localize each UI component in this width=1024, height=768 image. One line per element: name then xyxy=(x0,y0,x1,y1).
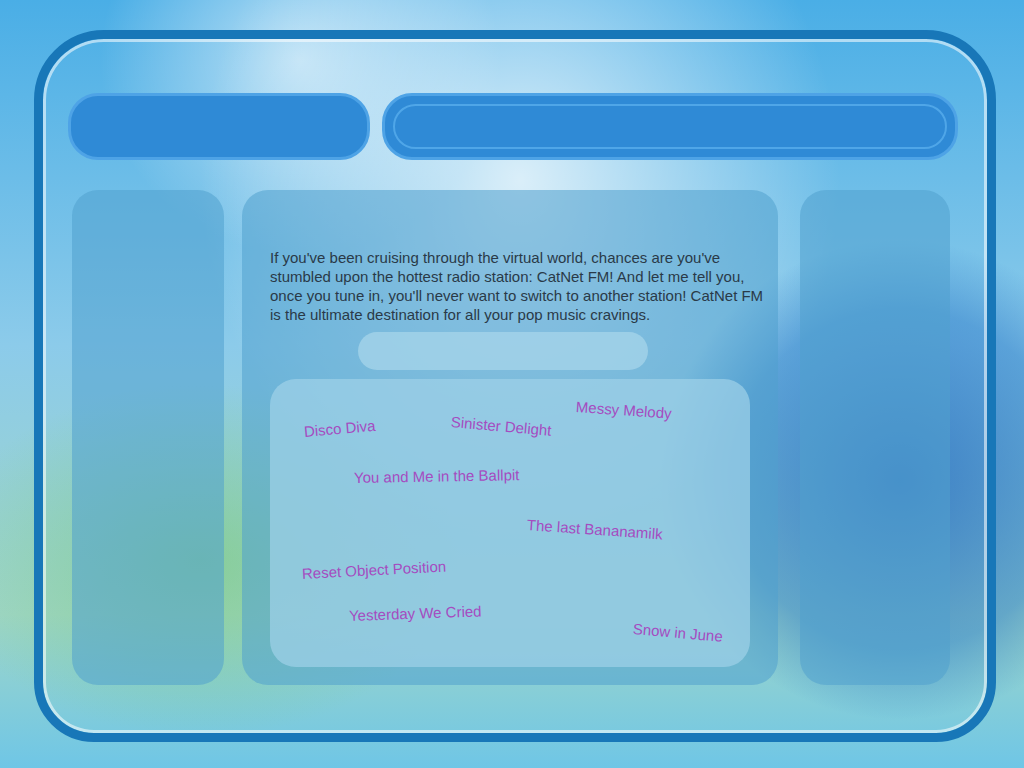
logo-bar xyxy=(68,93,370,160)
song-link[interactable]: Sinister Delight xyxy=(450,413,552,439)
right-column xyxy=(800,190,950,685)
page: If you've been cruising through the virt… xyxy=(0,0,1024,768)
song-link[interactable]: You and Me in the Ballpit xyxy=(354,466,520,486)
intro-text: If you've been cruising through the virt… xyxy=(270,248,765,324)
song-link[interactable]: Reset Object Position xyxy=(302,557,447,582)
left-column xyxy=(72,190,224,685)
song-link[interactable]: Yesterday We Cried xyxy=(349,602,482,624)
title-bar-inner xyxy=(393,104,947,149)
site-frame: If you've been cruising through the virt… xyxy=(34,30,996,742)
content-column: If you've been cruising through the virt… xyxy=(242,190,778,685)
song-link[interactable]: Messy Melody xyxy=(575,398,672,422)
song-list: Disco Diva Sinister Delight Messy Melody Yo… xyxy=(270,379,750,667)
columns: If you've been cruising through the virt… xyxy=(68,190,959,685)
title-bar xyxy=(382,93,958,160)
song-link[interactable]: The last Bananamilk xyxy=(526,516,663,542)
header xyxy=(68,93,959,160)
song-link[interactable]: Disco Diva xyxy=(303,417,376,440)
player-bar xyxy=(358,332,648,370)
song-link[interactable]: Snow in June xyxy=(632,620,723,645)
